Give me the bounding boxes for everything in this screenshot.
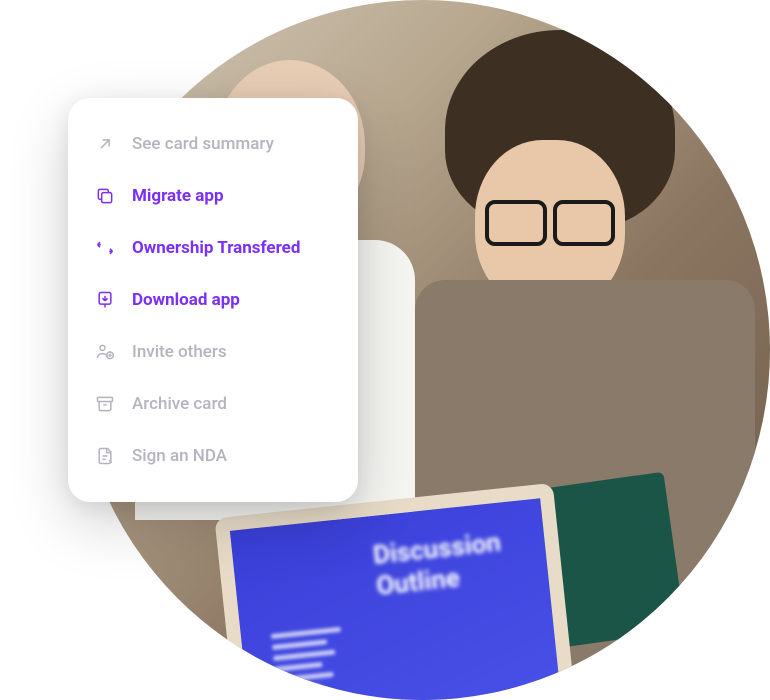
invite-person-icon <box>94 341 116 363</box>
menu-item-label: Sign an NDA <box>132 446 227 466</box>
arrow-up-right-icon <box>94 133 116 155</box>
menu-item-archive-card[interactable]: Archive card <box>68 378 358 430</box>
sign-document-icon <box>94 445 116 467</box>
action-menu: See card summary Migrate app Ownership T… <box>68 98 358 502</box>
menu-item-download-app[interactable]: Download app <box>68 274 358 326</box>
menu-item-see-summary[interactable]: See card summary <box>68 118 358 170</box>
laptop-title: Discussion Outline <box>372 526 520 603</box>
menu-item-invite-others[interactable]: Invite others <box>68 326 358 378</box>
menu-item-label: Download app <box>132 290 240 310</box>
laptop-screen: Discussion Outline <box>214 483 575 700</box>
archive-icon <box>94 393 116 415</box>
copy-icon <box>94 185 116 207</box>
transfer-arrows-icon <box>94 237 116 259</box>
menu-item-label: Migrate app <box>132 186 224 206</box>
menu-item-migrate-app[interactable]: Migrate app <box>68 170 358 222</box>
menu-item-sign-nda[interactable]: Sign an NDA <box>68 430 358 482</box>
menu-item-label: Archive card <box>132 394 227 414</box>
menu-item-ownership-transferred[interactable]: Ownership Transfered <box>68 222 358 274</box>
menu-item-label: Ownership Transfered <box>132 238 300 258</box>
menu-item-label: Invite others <box>132 342 227 362</box>
download-icon <box>94 289 116 311</box>
menu-item-label: See card summary <box>132 134 274 154</box>
